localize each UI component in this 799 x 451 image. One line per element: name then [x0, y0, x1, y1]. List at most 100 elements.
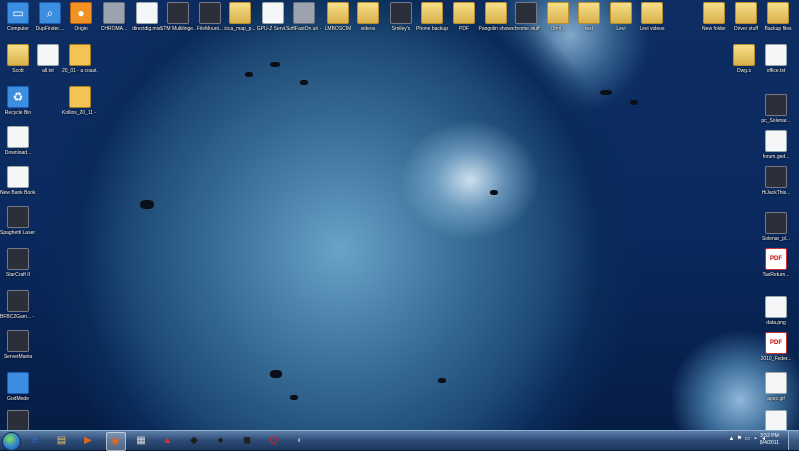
desktop-icon-softfaston[interactable]: SoftFastOn.uri - Shortcut	[286, 2, 322, 32]
taskbar-button-taskbar-app-7[interactable]: ◆	[185, 432, 203, 449]
flag-icon[interactable]: ⚑	[736, 436, 743, 443]
desktop-icon-federal[interactable]: PDF 2010_Feder...	[758, 332, 794, 362]
desktop-icon-starcraft[interactable]: StarCraft II	[0, 248, 36, 278]
desktop-icon-videos[interactable]: videos	[350, 2, 386, 32]
taskbar-button-internet-explorer[interactable]: e	[26, 432, 44, 449]
desktop-icon-godmode[interactable]: GodMode	[0, 372, 36, 402]
desktop-icon-all-txt[interactable]: all.txt	[30, 44, 66, 74]
desktop-icon-recycle-bin[interactable]: ♻ Recycle Bin	[0, 86, 36, 116]
desktop-icon-forum-ged[interactable]: forum.ged...	[758, 130, 794, 160]
desktop-icon-label: STM Multilinge...	[160, 26, 196, 32]
desktop-icon-label: pc_Solenar...	[761, 118, 791, 124]
desktop-icon-label: CHROMA...	[100, 26, 128, 32]
desktop-icon-levi-videos[interactable]: Levi videos	[634, 2, 670, 32]
desktop-icon-backup-files[interactable]: Backup files	[760, 2, 796, 32]
desktop-icon-label: test	[584, 26, 594, 32]
desktop-icon-label: Phone backup	[416, 26, 448, 32]
pdf-icon: PDF	[765, 332, 787, 354]
desktop-icon-apoc-gif[interactable]: apoc.gif	[758, 372, 794, 402]
desktop-icon-label: SoftFastOn.uri - Shortcut	[286, 26, 322, 32]
taskbar-button-taskbar-app-11[interactable]: ◐	[291, 432, 309, 449]
taskbar-button-taskbar-app-6[interactable]: ▲	[159, 432, 177, 449]
desktop-icon-stm[interactable]: STM Multilinge...	[160, 2, 196, 32]
recycle-bin-icon: ♻	[7, 86, 29, 108]
network-icon[interactable]: ▪	[752, 436, 759, 443]
folder-icon	[733, 44, 755, 66]
taskbar-app-6-icon: ▲	[162, 435, 173, 446]
desktop-icon-label: Origin	[74, 26, 88, 32]
desktop-icon-label: videos	[360, 26, 376, 32]
taskbar-button-taskbar-app-5[interactable]: ▦	[132, 432, 150, 449]
document-icon	[765, 44, 787, 66]
desktop-icon-dwgs[interactable]: Dwg.s	[726, 44, 762, 74]
start-button[interactable]	[2, 432, 21, 451]
show-desktop-button[interactable]	[788, 431, 799, 450]
desktop-icon-pc-solenar[interactable]: pc_Solenar...	[758, 94, 794, 124]
desktop-icon-servermania[interactable]: ServerMania	[0, 330, 36, 360]
desktop-icon-label: StarCraft II	[5, 272, 31, 278]
control-panel-icon	[7, 372, 29, 394]
desktop-icon-label: Recycle Bin	[4, 110, 32, 116]
desktop-icon-new-bank-book[interactable]: New Bank Book.xls	[0, 166, 36, 196]
desktop-icon-office-txt[interactable]: office.txt	[758, 44, 794, 74]
document-icon	[262, 2, 284, 24]
desktop-icon-spaghetti[interactable]: Spaghetti Laser Show	[0, 206, 36, 236]
taskbar-button-taskbar-app-9[interactable]: ◼	[238, 432, 256, 449]
folder-icon	[7, 44, 29, 66]
asteroid	[438, 378, 446, 383]
desktop-icon-coast-city[interactable]: 20_01 - a coast.city.jp...	[62, 44, 98, 74]
desktop-wallpaper	[0, 0, 799, 430]
tray-up-arrow-icon[interactable]: ▲	[728, 436, 735, 443]
desktop-icon-origin[interactable]: ● Origin	[63, 2, 99, 32]
desktop-icon-label: ServerMania	[3, 354, 33, 360]
desktop-icon-label: Download...	[4, 150, 32, 156]
taskbar-button-taskbar-app-8[interactable]: ●	[212, 432, 230, 449]
desktop-icon-icca-map[interactable]: icca_map_p...	[222, 2, 258, 32]
taskbar-button-media-player[interactable]: ▶	[79, 432, 97, 449]
desktop-icon-phone-backup[interactable]: Phone backup	[414, 2, 450, 32]
taskbar-button-taskbar-app-10[interactable]: Q	[265, 432, 283, 449]
folder-icon	[357, 2, 379, 24]
desktop-icon-new-folder[interactable]: New folder	[696, 2, 732, 32]
desktop-icon-chroma[interactable]: CHROMA...	[96, 2, 132, 32]
taskbar-button-windows-explorer[interactable]: ▤	[53, 432, 71, 449]
desktop-icon-chrome-stuff[interactable]: chrome stuff	[508, 2, 544, 32]
taskbar-button-firefox[interactable]: ◉	[105, 432, 126, 451]
taskbar-app-5-icon: ▦	[136, 435, 146, 446]
desktop-icon-label: data.png	[766, 320, 786, 326]
desktop-icon-solenar-pl[interactable]: Solenar_pl...	[758, 212, 794, 242]
shortcut-icon	[293, 2, 315, 24]
system-clock[interactable]: 3:52 PM 8/4/2011	[760, 433, 779, 447]
desktop-icon-label: Spaghetti Laser Show	[0, 230, 36, 236]
desktop-icon-kollins[interactable]: Kollins_20_11 - a coast a...	[62, 86, 98, 116]
desktop-icon-hijackthis[interactable]: HiJackThis...	[758, 166, 794, 196]
folder-icon	[229, 2, 251, 24]
desktop-icon-computer[interactable]: ▭ Computer	[0, 2, 36, 32]
origin-icon: ●	[70, 2, 92, 24]
asteroid	[270, 370, 282, 378]
app-icon	[7, 410, 29, 432]
desktop-icon-label: 2010_Feder...	[760, 356, 792, 362]
desktop-icon-taxreturn[interactable]: PDF TaxReturn...	[758, 248, 794, 278]
taskbar-app-7-icon: ◆	[190, 435, 198, 446]
app-icon	[7, 330, 29, 352]
folder-icon	[421, 2, 443, 24]
desktop-icon-label: 20_01 - a coast.city.jp...	[62, 68, 98, 74]
desktop-icon-download[interactable]: Download...	[0, 126, 36, 156]
clock-date: 8/4/2011	[759, 440, 779, 446]
computer-icon: ▭	[7, 2, 29, 24]
app-icon	[7, 206, 29, 228]
desktop-icon-pdf-folder[interactable]: PDF	[446, 2, 482, 32]
archive-icon	[69, 44, 91, 66]
desktop-icon-data-png[interactable]: data.png	[758, 296, 794, 326]
app-icon	[765, 166, 787, 188]
window-icon	[103, 2, 125, 24]
folder-icon	[767, 2, 789, 24]
desktop-icon-driver-stuff[interactable]: Driver stuff	[728, 2, 764, 32]
desktop-icon-test[interactable]: test	[571, 2, 607, 32]
desktop-icon-bfbc2[interactable]: BFBC2Gam... - Shortcut	[0, 290, 36, 320]
document-icon	[136, 2, 158, 24]
desktop-icon-label: New folder	[702, 26, 726, 32]
monitor-icon[interactable]: ▭	[744, 436, 751, 443]
app-icon	[199, 2, 221, 24]
